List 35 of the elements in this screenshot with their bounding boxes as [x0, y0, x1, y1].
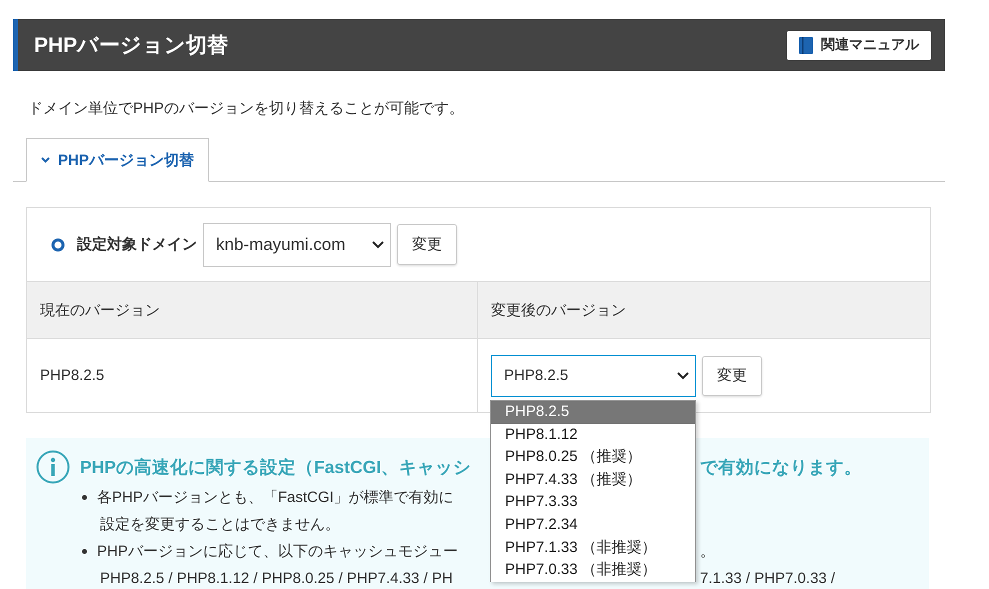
book-icon: [799, 36, 813, 54]
domain-select[interactable]: knb-mayumi.com: [203, 222, 391, 266]
dropdown-option[interactable]: PHP7.4.33 （推奨）: [491, 468, 695, 492]
version-select[interactable]: PHP8.2.5: [491, 354, 696, 396]
version-change-button[interactable]: 変更: [702, 356, 762, 396]
dropdown-option[interactable]: PHP7.3.33: [491, 491, 695, 514]
dropdown-option[interactable]: PHP7.2.34: [491, 514, 695, 537]
description-text: ドメイン単位でPHPのバージョンを切り替えることが可能です。: [28, 99, 465, 118]
circle-icon: [51, 238, 65, 252]
domain-label: 設定対象ドメイン: [77, 235, 197, 254]
info-text: 。: [700, 542, 716, 561]
column-header: 変更後のバージョン: [477, 282, 930, 338]
dropdown-option[interactable]: PHP8.2.5: [491, 401, 695, 424]
manual-button[interactable]: 関連マニュアル: [787, 30, 931, 60]
bullet-icon: [82, 549, 87, 554]
info-text: 各PHPバージョンとも、「FastCGI」が標準で有効に: [97, 488, 454, 507]
info-text: 7.1.33 / PHP7.0.33 /: [700, 570, 836, 587]
dropdown-option[interactable]: PHP8.0.25 （推奨）: [491, 446, 695, 469]
info-text: PHP8.2.5 / PHP8.1.12 / PHP8.0.25 / PHP7.4.33 / PH: [100, 570, 453, 587]
caret-icon: [677, 372, 689, 380]
info-text: PHPバージョンに応じて、以下のキャッシュモジュー: [97, 542, 458, 561]
info-heading: で有効になります。: [700, 456, 863, 479]
domain-change-button[interactable]: 変更: [397, 224, 457, 265]
chevron-down-icon: [41, 157, 50, 163]
column-header: 現在のバージョン: [27, 282, 477, 338]
info-text: 設定を変更することはできません。: [100, 515, 340, 534]
bullet-icon: [82, 495, 87, 500]
tab[interactable]: PHPバージョン切替: [26, 138, 209, 182]
dropdown-option[interactable]: PHP7.0.33 （非推奨）: [491, 559, 695, 582]
dropdown-option[interactable]: PHP8.1.12: [491, 424, 695, 446]
info-heading: PHPの高速化に関する設定（FastCGI、キャッシ: [80, 456, 472, 479]
caret-icon: [372, 240, 384, 248]
info-icon: [36, 450, 70, 484]
dropdown-option[interactable]: PHP7.1.33 （非推奨）: [491, 536, 695, 560]
page-title: PHPバージョン切替: [34, 33, 228, 59]
